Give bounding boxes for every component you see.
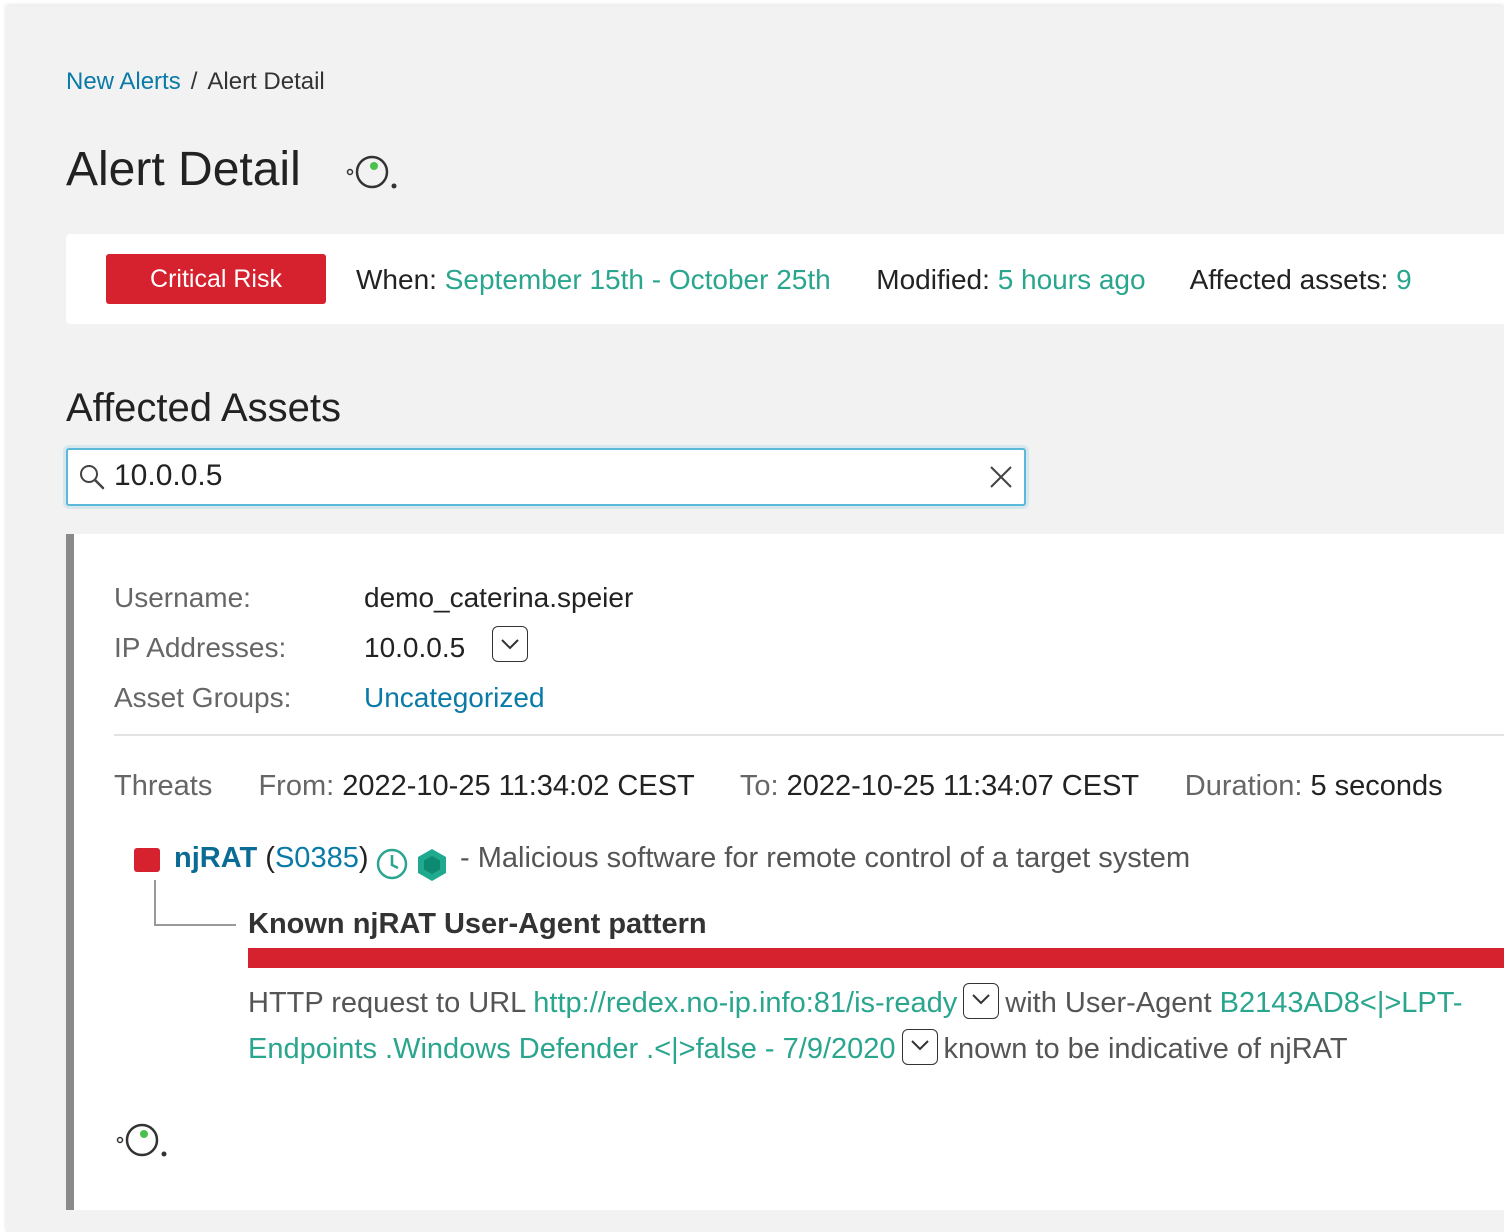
threat-description: - Malicious software for remote control … [460,842,1191,874]
hexagon-icon [418,849,446,881]
threat-severity-indicator [134,848,160,872]
stealthwatch-logo-icon [346,155,397,189]
close-icon[interactable] [988,464,1014,490]
divider [114,734,1504,736]
modified-label: Modified: [876,264,990,295]
threat-open-paren: ( [265,842,275,874]
detection-text-3: known to be indicative of njRAT [943,1033,1348,1065]
user-agent-link-line2[interactable]: Endpoints .Windows Defender .<|>false - … [248,1033,896,1065]
threat-title: njRAT (S0385) [174,842,369,875]
affected-assets-heading: Affected Assets [66,386,341,430]
from-value: 2022-10-25 11:34:02 CEST [342,770,695,802]
when-value: September 15th - October 25th [444,264,831,295]
ip-addresses-label: IP Addresses: [114,632,287,663]
breadcrumb-separator: / [190,68,198,95]
asset-group-link[interactable]: Uncategorized [364,682,545,714]
alert-detail-page: New Alerts / Alert Detail Alert Detail Cri… [6,6,1504,1232]
modified-value: 5 hours ago [997,264,1146,295]
asset-search-input[interactable] [114,458,974,494]
chevron-down-icon [972,994,990,1005]
threat-icons [376,848,446,881]
chevron-down-icon [910,1040,929,1051]
detection-url-link[interactable]: http://redex.no-ip.info:81/is-ready [533,987,957,1019]
search-icon [80,465,105,490]
threats-label: Threats [114,770,213,802]
threats-timeframe: Threats From: 2022-10-25 11:34:02 CEST T… [114,770,1443,803]
detection-text-1: HTTP request to URL [248,987,526,1019]
duration-label: Duration: [1184,770,1303,802]
breadcrumb-current: Alert Detail [207,68,325,95]
username-value: demo_caterina.speier [364,582,634,613]
stealthwatch-logo-icon [116,1123,167,1157]
affected-assets-count: 9 [1396,264,1412,295]
duration-value: 5 seconds [1310,770,1443,802]
user-agent-link-line1[interactable]: B2143AD8<|>LPT- [1220,987,1463,1019]
when-label: When: [356,264,437,295]
affected-assets-label: Affected assets: [1189,264,1389,295]
tree-connector [154,880,236,926]
threat-close-paren: ) [358,842,369,874]
asset-search-box[interactable] [66,448,1026,506]
asset-card: Username: demo_caterina.speier IP Addres… [66,534,1504,1210]
detection-line-1: HTTP request to URL http://redex.no-ip.i… [248,980,1504,1026]
detection-description: HTTP request to URL http://redex.no-ip.i… [248,980,1504,1072]
breadcrumb-new-alerts-link[interactable]: New Alerts [66,68,181,95]
to-label: To: [739,770,779,802]
from-label: From: [258,770,335,802]
detection-severity-bar [248,948,1504,968]
alert-summary-bar: Critical Risk When: September 15th - Oct… [66,234,1504,324]
ip-expand-button[interactable] [492,626,528,662]
asset-groups-label: Asset Groups: [114,682,292,713]
detection-line-2: Endpoints .Windows Defender .<|>false - … [248,1026,1504,1072]
breadcrumb: New Alerts / Alert Detail [66,68,325,96]
user-agent-expand-button[interactable] [901,1029,938,1066]
risk-badge: Critical Risk [106,254,326,304]
to-value: 2022-10-25 11:34:07 CEST [786,770,1139,802]
alert-summary-text: When: September 15th - October 25th Modi… [356,264,1412,296]
threat-code-link[interactable]: S0385 [275,842,359,874]
url-expand-button[interactable] [963,983,1000,1020]
threat-name-link[interactable]: njRAT [174,842,257,874]
page-title: Alert Detail [66,143,301,196]
clock-icon [376,848,408,880]
username-label: Username: [114,582,251,613]
detection-title: Known njRAT User-Agent pattern [248,908,707,940]
chevron-down-icon [501,639,519,650]
ip-address-value: 10.0.0.5 [364,632,466,663]
detection-text-2: with User-Agent [1005,987,1212,1019]
